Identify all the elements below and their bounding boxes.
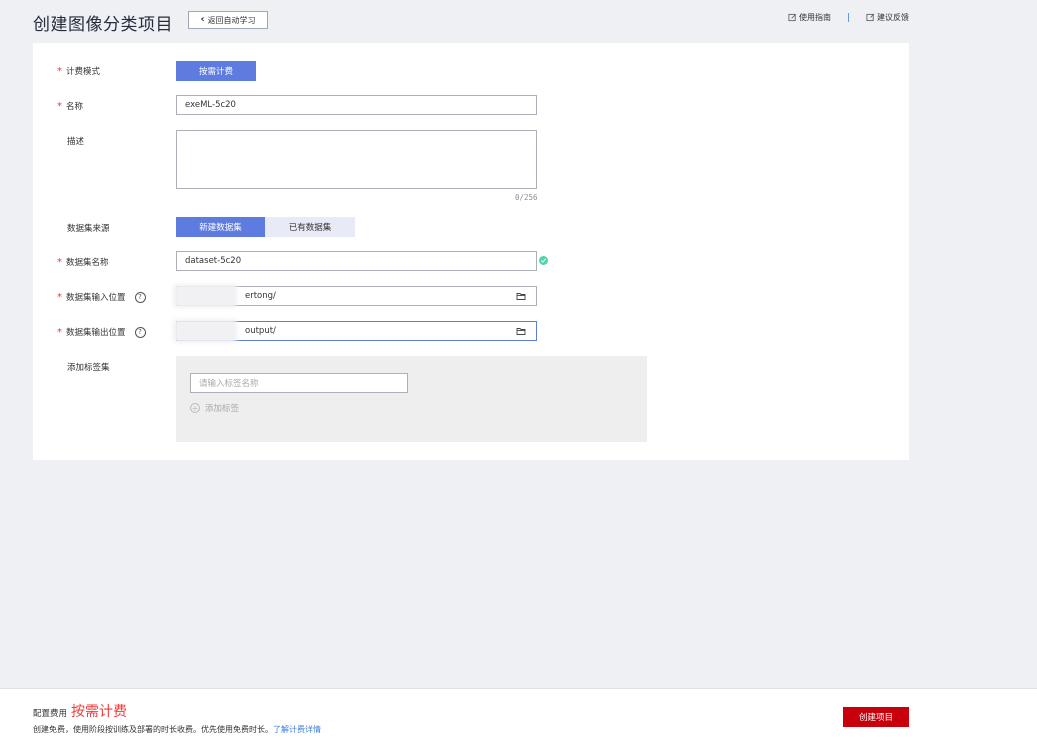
fee-label: 配置费用	[33, 709, 68, 719]
dataset-name-label: * 数据集名称	[57, 256, 109, 269]
valid-check-icon	[539, 256, 548, 265]
required-mark: *	[57, 100, 62, 112]
project-form-card: * 计费模式 按需计费 * 名称 exeML-5c20 描述 0/256 数据集…	[33, 43, 909, 460]
description-counter: 0/256	[515, 193, 538, 202]
dataset-source-label: 数据集来源	[67, 224, 110, 234]
redacted-path-mask	[173, 284, 237, 308]
help-icon[interactable]: ?	[134, 291, 146, 303]
required-mark: *	[57, 291, 62, 303]
input-path-text: ertong/	[245, 291, 276, 301]
billing-details-link[interactable]: 了解计费详情	[273, 725, 321, 734]
dataset-name-input[interactable]: dataset-5c20	[176, 251, 537, 271]
fee-description: 创建免费，使用阶段按训练及部署的时长收费。优先使用免费时长。了解计费详情	[33, 725, 321, 734]
fee-value: 按需计费	[71, 704, 128, 720]
fee-row: 配置费用 按需计费	[33, 701, 127, 721]
back-button-label: 返回自动学习	[207, 15, 256, 25]
dataset-input-location-input[interactable]: ertong/	[173, 284, 537, 308]
name-input[interactable]: exeML-5c20	[176, 95, 537, 115]
user-guide-label: 使用指南	[798, 13, 831, 22]
edit-doc-icon	[788, 13, 796, 22]
output-path-text: output/	[245, 326, 276, 336]
plus-circle-icon: +	[190, 403, 200, 413]
billing-mode-label: * 计费模式	[57, 65, 101, 78]
link-separator: |	[846, 12, 850, 23]
dataset-source-new-tab[interactable]: 新建数据集	[176, 217, 265, 237]
feedback-icon	[866, 13, 875, 22]
label-set-panel: 请输入标签名称 + 添加标签	[176, 356, 647, 442]
dataset-input-location-label: * 数据集输入位置 ?	[57, 291, 146, 303]
user-guide-link[interactable]: 使用指南	[788, 12, 831, 23]
folder-icon[interactable]	[516, 326, 526, 336]
feedback-link[interactable]: 建议反馈	[866, 12, 909, 23]
required-mark: *	[57, 256, 62, 268]
chevron-left-icon: ‹	[200, 14, 205, 25]
dataset-output-location-label: * 数据集输出位置 ?	[57, 326, 146, 338]
redacted-path-mask	[173, 319, 237, 343]
create-project-button[interactable]: 创建项目	[843, 707, 909, 727]
required-mark: *	[57, 326, 62, 338]
description-label: 描述	[67, 137, 85, 147]
footer-bar: 配置费用 按需计费 创建免费，使用阶段按训练及部署的时长收费。优先使用免费时长。…	[0, 688, 1037, 740]
dataset-output-location-input[interactable]: output/	[173, 319, 537, 343]
folder-icon[interactable]	[516, 291, 526, 301]
add-label-button[interactable]: + 添加标签	[190, 402, 239, 414]
billing-mode-on-demand[interactable]: 按需计费	[176, 61, 256, 81]
label-name-input[interactable]: 请输入标签名称	[190, 373, 408, 393]
dataset-source-existing-tab[interactable]: 已有数据集	[265, 217, 355, 237]
back-to-automl-button[interactable]: ‹ 返回自动学习	[188, 11, 268, 29]
required-mark: *	[57, 65, 62, 77]
page-title: 创建图像分类项目	[33, 15, 173, 35]
label-set-label: 添加标签集	[67, 363, 110, 373]
add-label-text: 添加标签	[205, 404, 240, 414]
description-textarea[interactable]	[176, 130, 537, 189]
feedback-label: 建议反馈	[877, 13, 909, 22]
name-label: * 名称	[57, 100, 84, 113]
help-icon[interactable]: ?	[134, 326, 146, 338]
top-links: 使用指南 | 建议反馈	[788, 12, 909, 23]
